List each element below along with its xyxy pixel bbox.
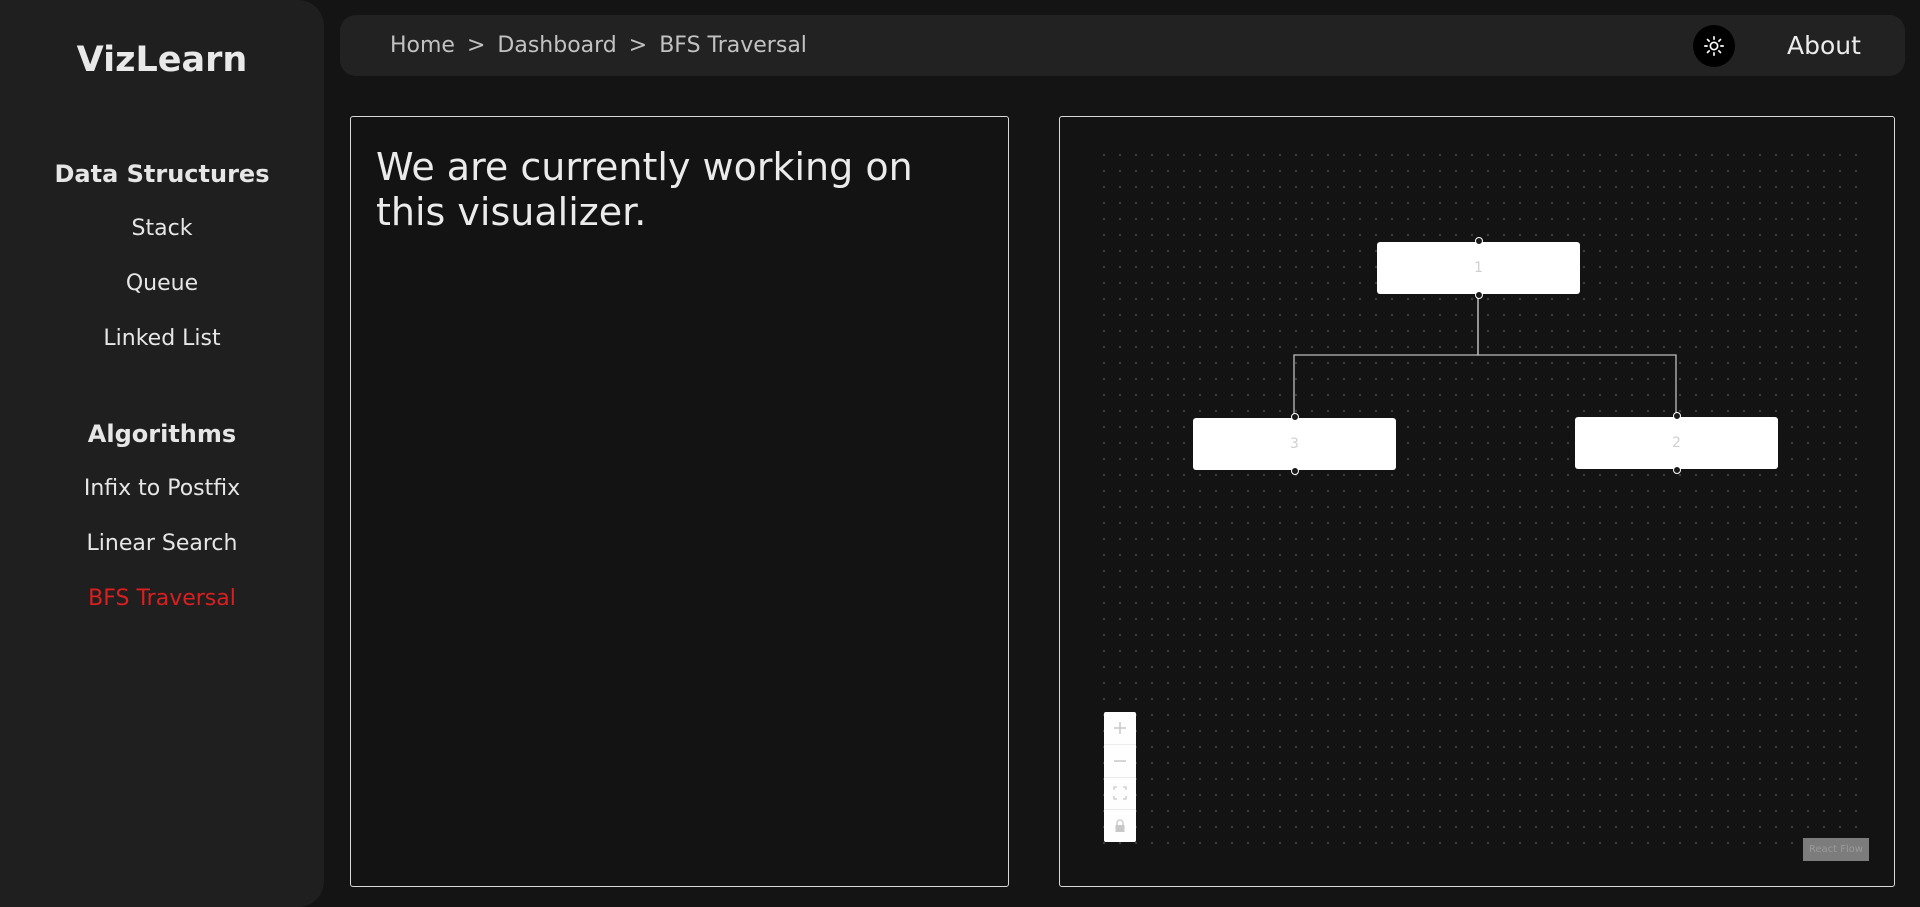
- graph-canvas[interactable]: 1 3 2 React Flow: [1059, 116, 1895, 887]
- breadcrumb: Home > Dashboard > BFS Traversal: [390, 15, 807, 76]
- react-flow-attribution[interactable]: React Flow: [1803, 838, 1869, 861]
- node-handle-top[interactable]: [1290, 413, 1299, 421]
- breadcrumb-dashboard[interactable]: Dashboard: [497, 33, 616, 58]
- fit-view-button[interactable]: [1104, 778, 1136, 811]
- brand-logo[interactable]: VizLearn: [0, 40, 324, 80]
- graph-node-2[interactable]: 2: [1575, 412, 1778, 474]
- minus-icon: [1114, 759, 1126, 762]
- nav-heading-algorithms: Algorithms: [87, 420, 237, 448]
- graph-node-3[interactable]: 3: [1193, 413, 1396, 475]
- sidebar-item-linear-search[interactable]: Linear Search: [0, 531, 324, 556]
- breadcrumb-separator: >: [466, 33, 486, 58]
- plus-icon: [1114, 721, 1126, 734]
- top-bar: Home > Dashboard > BFS Traversal About: [340, 15, 1905, 76]
- zoom-out-button[interactable]: [1104, 745, 1136, 778]
- node-label: 2: [1672, 435, 1681, 451]
- sun-icon: [1704, 36, 1724, 56]
- edge-1-to-3[interactable]: [1293, 295, 1479, 418]
- node-label: 3: [1290, 436, 1299, 452]
- lock-icon: [1115, 819, 1125, 833]
- graph-node-1[interactable]: 1: [1377, 237, 1580, 299]
- zoom-in-button[interactable]: [1104, 712, 1136, 745]
- lock-button[interactable]: [1104, 810, 1136, 842]
- node-label: 1: [1474, 260, 1483, 276]
- breadcrumb-current: BFS Traversal: [659, 33, 807, 58]
- about-link[interactable]: About: [1787, 15, 1861, 76]
- sidebar: VizLearn Data Structures Stack Queue Lin…: [0, 0, 324, 907]
- node-handle-top[interactable]: [1474, 237, 1483, 245]
- node-handle-bottom[interactable]: [1474, 291, 1483, 299]
- graph-edges: [1293, 295, 1677, 418]
- fit-view-icon: [1113, 786, 1127, 801]
- sidebar-item-bfs-traversal[interactable]: BFS Traversal: [0, 586, 324, 611]
- node-handle-bottom[interactable]: [1672, 466, 1681, 474]
- work-in-progress-message: We are currently working on this visuali…: [376, 145, 913, 234]
- sidebar-item-infix-to-postfix[interactable]: Infix to Postfix: [0, 476, 324, 501]
- canvas-controls: [1104, 712, 1136, 842]
- sidebar-item-queue[interactable]: Queue: [0, 271, 324, 296]
- node-handle-top[interactable]: [1672, 412, 1681, 420]
- theme-toggle-button[interactable]: [1693, 25, 1735, 67]
- sidebar-item-stack[interactable]: Stack: [0, 216, 324, 241]
- nav-heading-data-structures: Data Structures: [54, 160, 270, 188]
- edge-1-to-2[interactable]: [1477, 295, 1677, 418]
- description-panel: We are currently working on this visuali…: [350, 116, 1009, 887]
- sidebar-item-linked-list[interactable]: Linked List: [0, 326, 324, 351]
- node-handle-bottom[interactable]: [1290, 467, 1299, 475]
- breadcrumb-home[interactable]: Home: [390, 33, 455, 58]
- breadcrumb-separator: >: [628, 33, 648, 58]
